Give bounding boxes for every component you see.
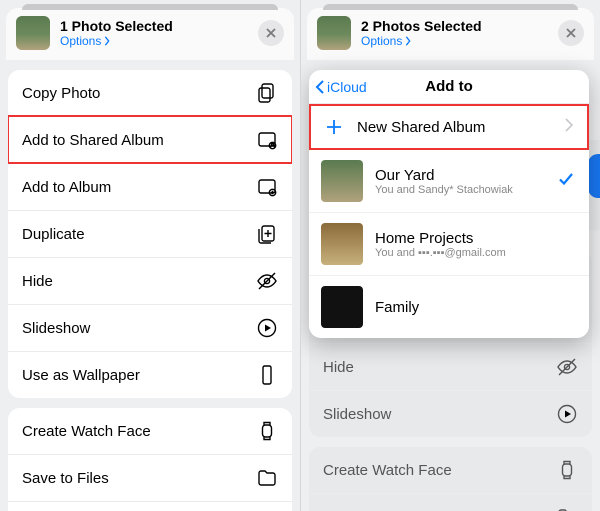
header-text: 2 Photos Selected Options (361, 18, 558, 48)
action-duplicate[interactable]: Duplicate (8, 210, 292, 257)
action-group-2: Create Watch FaceSave to FilesPrint (309, 447, 592, 511)
chevron-right-icon (404, 36, 412, 46)
action-contact[interactable]: Assign to Contact (8, 501, 292, 511)
action-eye-slash[interactable]: Hide (8, 257, 292, 304)
watch-icon (556, 459, 578, 481)
album-subtitle: You and Sandy* Stachowiak (375, 184, 545, 196)
action-label: Use as Wallpaper (22, 367, 140, 384)
action-folder[interactable]: Save to Files (309, 493, 592, 511)
selection-thumb (16, 16, 50, 50)
action-label: Create Watch Face (323, 462, 452, 479)
album-icon (256, 176, 278, 198)
folder-icon (556, 506, 578, 511)
chevron-right-icon (565, 118, 573, 137)
pane-left: 1 Photo Selected Options Copy Photo Add t… (0, 0, 300, 511)
action-label: Copy Photo (22, 85, 100, 102)
options-label: Options (60, 34, 101, 48)
action-album[interactable]: Add to Album (8, 163, 292, 210)
share-header: 1 Photo Selected Options (6, 8, 294, 60)
folder-icon (256, 467, 278, 489)
action-watch[interactable]: Create Watch Face (8, 408, 292, 454)
play-icon (256, 317, 278, 339)
close-icon (565, 27, 577, 39)
selection-title: 2 Photos Selected (361, 18, 558, 34)
options-label: Options (361, 34, 402, 48)
close-icon (265, 27, 277, 39)
action-folder[interactable]: Save to Files (8, 454, 292, 501)
chevron-right-icon (103, 36, 111, 46)
action-label: Create Watch Face (22, 423, 151, 440)
plus-icon (323, 116, 345, 138)
action-shared-album[interactable]: Add to Shared Album (8, 116, 292, 163)
album-thumb (321, 223, 363, 265)
new-shared-album-label: New Shared Album (357, 119, 553, 136)
action-label: Add to Album (22, 179, 111, 196)
check-icon (557, 170, 575, 193)
action-play[interactable]: Slideshow (8, 304, 292, 351)
action-watch[interactable]: Create Watch Face (309, 447, 592, 493)
action-copy[interactable]: Copy Photo (8, 70, 292, 116)
back-label: iCloud (327, 79, 367, 95)
action-label: Slideshow (22, 320, 90, 337)
action-label: Hide (323, 359, 354, 376)
watch-icon (256, 420, 278, 442)
eye-slash-icon (556, 356, 578, 378)
header-text: 1 Photo Selected Options (60, 18, 258, 48)
back-button[interactable]: iCloud (315, 70, 367, 103)
options-link[interactable]: Options (60, 34, 258, 48)
action-group-1: Copy Photo Add to Shared Album Add to Albu… (8, 70, 292, 398)
share-header: 2 Photos Selected Options (307, 8, 594, 60)
options-link[interactable]: Options (361, 34, 558, 48)
action-label: Slideshow (323, 406, 391, 423)
album-row[interactable]: Home ProjectsYou and ▪︎▪︎▪︎.▪︎▪︎▪︎@gmail… (309, 213, 589, 276)
action-group-2: Create Watch Face Save to Files Assign to … (8, 408, 292, 511)
action-label: Duplicate (22, 226, 85, 243)
album-thumb (321, 286, 363, 328)
album-row[interactable]: Family (309, 276, 589, 338)
action-eye-slash[interactable]: Hide (309, 343, 592, 390)
close-button[interactable] (258, 20, 284, 46)
phone-icon (256, 364, 278, 386)
popover-header: iCloud Add to (309, 70, 589, 104)
album-name: Home Projects (375, 230, 575, 247)
album-subtitle: You and ▪︎▪︎▪︎.▪︎▪︎▪︎@gmail.com (375, 247, 575, 259)
action-label: Save to Files (22, 470, 109, 487)
action-label: Hide (22, 273, 53, 290)
chevron-left-icon (315, 80, 325, 94)
action-play[interactable]: Slideshow (309, 390, 592, 437)
copy-icon (256, 82, 278, 104)
duplicate-icon (256, 223, 278, 245)
new-shared-album-row[interactable]: New Shared Album (309, 104, 589, 150)
popover-title: Add to (425, 78, 472, 95)
app-facebook[interactable]: f (588, 154, 600, 198)
album-name: Our Yard (375, 167, 545, 184)
eye-slash-icon (256, 270, 278, 292)
shared-album-icon (256, 129, 278, 151)
add-to-popover: iCloud Add to New Shared Album Our YardY… (309, 70, 589, 338)
play-icon (556, 403, 578, 425)
selection-title: 1 Photo Selected (60, 18, 258, 34)
album-name: Family (375, 299, 575, 316)
album-thumb (321, 160, 363, 202)
pane-right: 2 Photos Selected Options f Fa Add to Al… (300, 0, 600, 511)
album-row[interactable]: Our YardYou and Sandy* Stachowiak (309, 150, 589, 213)
action-phone[interactable]: Use as Wallpaper (8, 351, 292, 398)
selection-thumb (317, 16, 351, 50)
close-button[interactable] (558, 20, 584, 46)
action-label: Add to Shared Album (22, 132, 164, 149)
